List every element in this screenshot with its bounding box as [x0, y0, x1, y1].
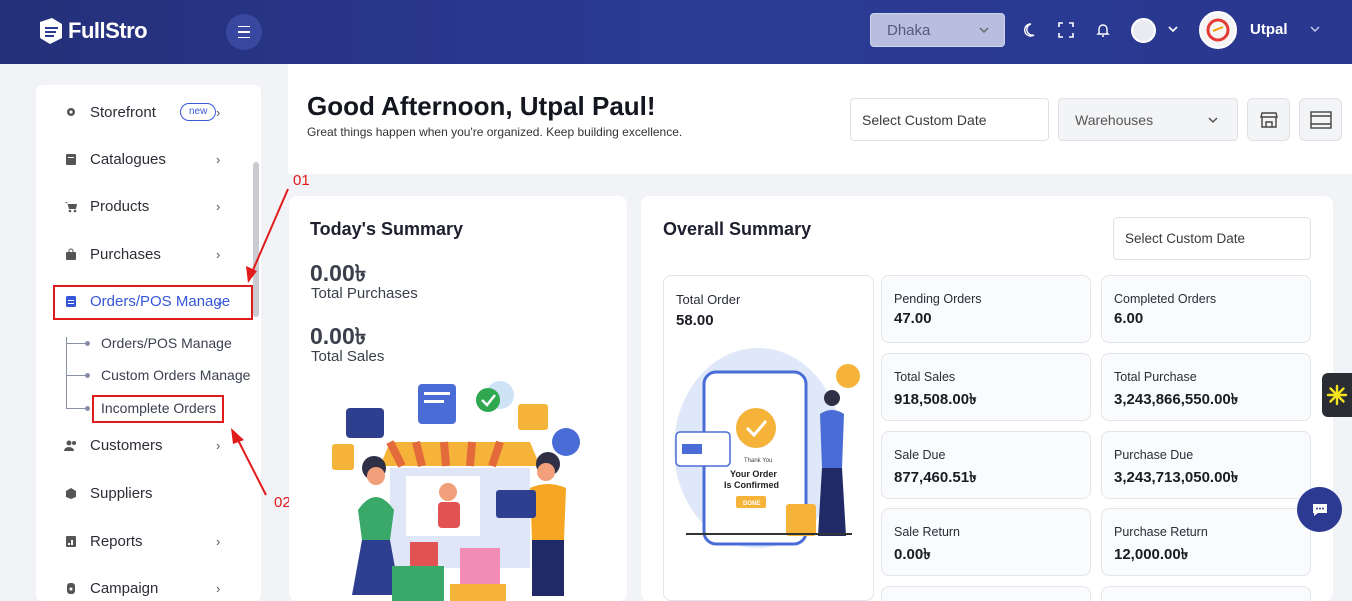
stat-label: Pending Orders — [894, 292, 982, 306]
illustration-thanks-text: Thank You — [744, 458, 772, 464]
chat-support-button[interactable] — [1297, 487, 1342, 532]
stat-card-partial — [1101, 586, 1311, 601]
custom-date-input[interactable]: Select Custom Date — [850, 98, 1049, 141]
layout-icon — [1309, 110, 1332, 129]
sparkle-icon — [1326, 384, 1348, 406]
stat-card-total-sales: Total Sales 918,508.00৳ — [881, 353, 1091, 421]
overall-custom-date-input[interactable]: Select Custom Date — [1113, 217, 1311, 260]
layout-toggle-button[interactable] — [1299, 98, 1342, 141]
stat-card-sale-due: Sale Due 877,460.51৳ — [881, 431, 1091, 499]
stat-label: Sale Due — [894, 448, 946, 462]
store-icon — [1259, 111, 1278, 128]
todays-summary-title: Today's Summary — [310, 219, 463, 239]
floating-settings-button[interactable] — [1322, 373, 1352, 417]
illustration-line2-text: Is Confirmed — [724, 480, 779, 490]
warehouse-select-value: Warehouses — [1075, 111, 1154, 128]
page-subtitle: Great things happen when you're organize… — [307, 125, 683, 139]
stat-value: 3,243,713,050.00৳ — [1114, 469, 1239, 486]
order-confirmed-illustration: Thank You Your Order Is Confirmed DONE — [674, 348, 860, 548]
stat-card-purchase-due: Purchase Due 3,243,713,050.00৳ — [1101, 431, 1311, 499]
illustration-line1-text: Your Order — [730, 469, 777, 479]
total-order-label: Total Order — [676, 292, 741, 307]
stat-label: Purchase Due — [1114, 448, 1194, 462]
stat-card-total-purchase: Total Purchase 3,243,866,550.00৳ — [1101, 353, 1311, 421]
stat-value: 3,243,866,550.00৳ — [1114, 391, 1239, 408]
overall-summary-title: Overall Summary — [663, 219, 812, 239]
stat-card-sale-return: Sale Return 0.00৳ — [881, 508, 1091, 576]
stat-label: Sale Return — [894, 525, 961, 539]
total-purchases-label: Total Purchases — [311, 285, 418, 302]
chevron-down-icon — [1208, 117, 1218, 124]
total-order-value: 58.00 — [676, 312, 714, 329]
stat-value: 918,508.00৳ — [894, 391, 977, 408]
stat-label: Total Purchase — [1114, 370, 1197, 384]
page-title: Good Afternoon, Utpal Paul! — [307, 91, 656, 121]
stat-value: 12,000.00৳ — [1114, 546, 1189, 563]
stat-card-partial — [881, 586, 1091, 601]
stat-label: Completed Orders — [1114, 292, 1217, 306]
stat-card-completed-orders: Completed Orders 6.00 — [1101, 275, 1311, 343]
illustration-done-text: DONE — [743, 501, 760, 507]
stat-value: 6.00 — [1114, 310, 1144, 327]
stat-card-pending-orders: Pending Orders 47.00 — [881, 275, 1091, 343]
shop-illustration — [332, 381, 580, 601]
chat-bubble-icon — [1312, 503, 1327, 516]
stat-value: 877,460.51৳ — [894, 469, 977, 486]
stat-label: Total Sales — [894, 370, 956, 384]
stat-value: 0.00৳ — [894, 546, 931, 563]
store-view-button[interactable] — [1247, 98, 1290, 141]
stat-value: 47.00 — [894, 310, 932, 327]
warehouse-select[interactable]: Warehouses — [1058, 98, 1238, 141]
total-sales-label: Total Sales — [311, 348, 385, 365]
stat-card-purchase-return: Purchase Return 12,000.00৳ — [1101, 508, 1311, 576]
stat-label: Purchase Return — [1114, 525, 1208, 539]
